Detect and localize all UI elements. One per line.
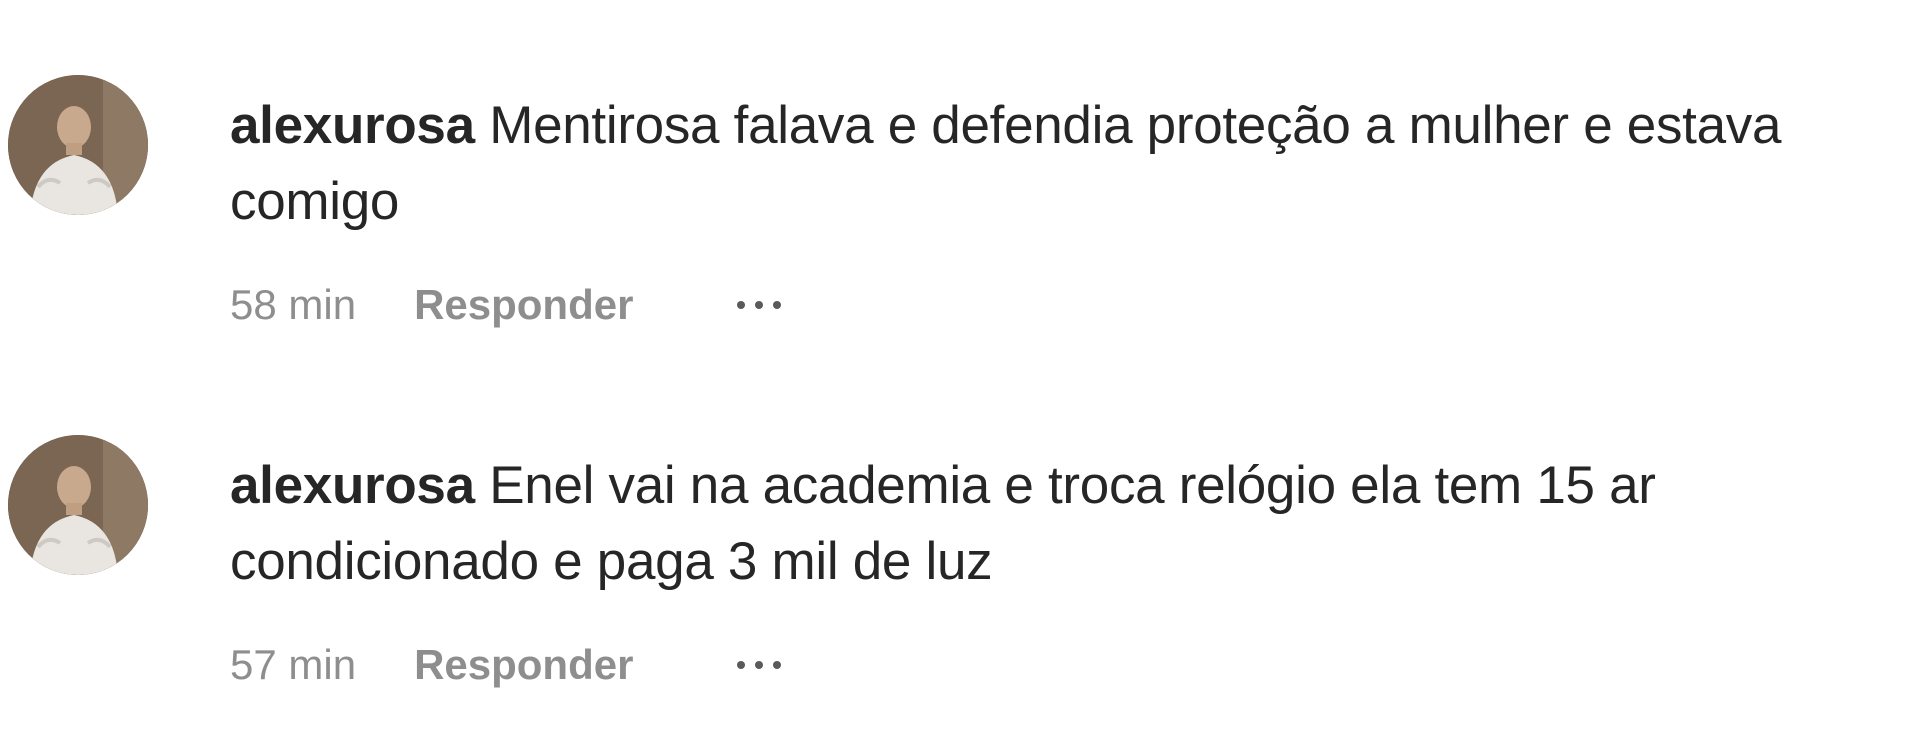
reply-button[interactable]: Responder bbox=[414, 641, 633, 689]
more-options-icon[interactable] bbox=[733, 653, 785, 677]
profile-photo-icon bbox=[8, 435, 148, 575]
dot bbox=[773, 661, 782, 669]
avatar[interactable] bbox=[8, 75, 148, 215]
comment-timestamp: 58 min bbox=[230, 281, 357, 328]
comment-actions: 57 min Responder bbox=[230, 635, 785, 695]
reply-button[interactable]: Responder bbox=[414, 281, 633, 329]
comment-username[interactable]: alexurosa bbox=[230, 96, 475, 155]
dot bbox=[737, 301, 746, 309]
comment-body: alexurosa Enel vai na academia e troca r… bbox=[230, 448, 1870, 600]
comment-body: alexurosa Mentirosa falava e defendia pr… bbox=[230, 88, 1870, 240]
avatar[interactable] bbox=[8, 435, 148, 575]
dot bbox=[737, 661, 746, 669]
dot bbox=[755, 301, 764, 309]
profile-photo-icon bbox=[8, 75, 148, 215]
dot bbox=[755, 661, 764, 669]
comment-timestamp: 57 min bbox=[230, 641, 357, 688]
dot bbox=[773, 301, 782, 309]
more-options-icon[interactable] bbox=[733, 293, 785, 317]
comment-username[interactable]: alexurosa bbox=[230, 456, 475, 515]
comment-actions: 58 min Responder bbox=[230, 275, 785, 335]
